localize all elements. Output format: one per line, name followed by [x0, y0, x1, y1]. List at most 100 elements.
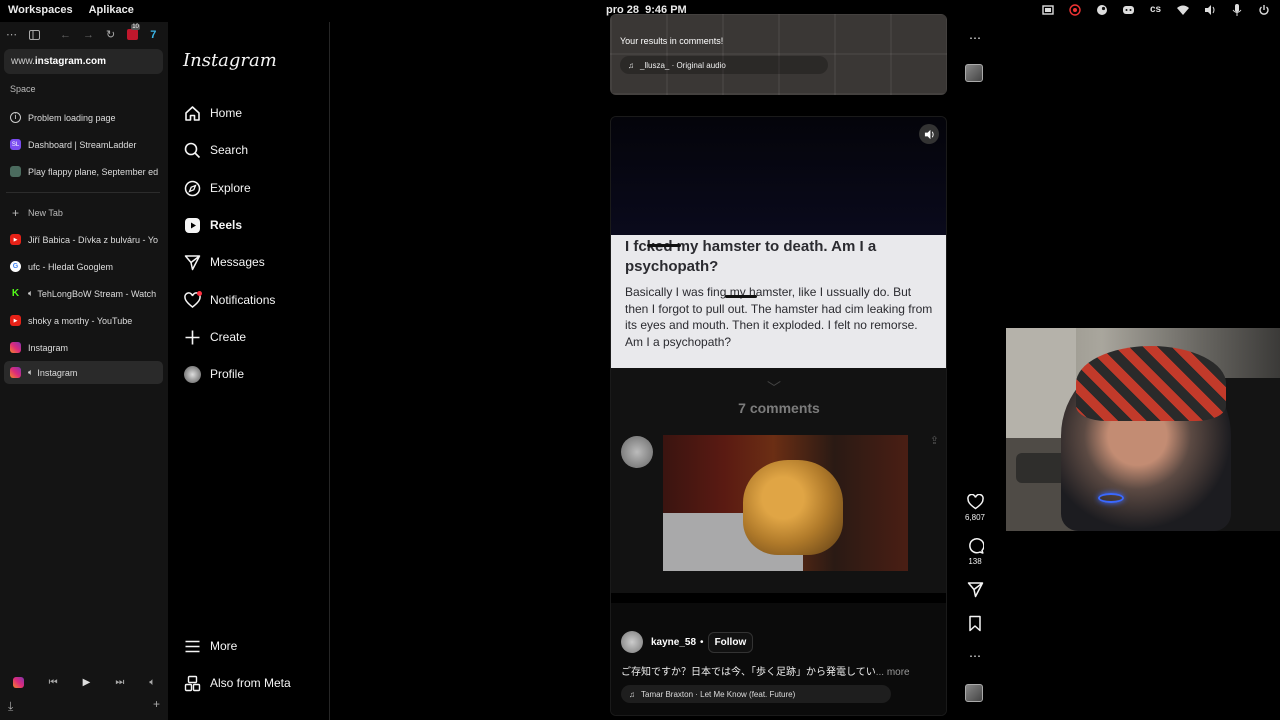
nav-search[interactable]: Search [183, 139, 248, 161]
extension-badge-count: 10 [131, 24, 140, 30]
browser-nav-row: ⋯ ← → ↻ 10 7 [6, 24, 156, 41]
sound-toggle-button[interactable] [919, 124, 939, 144]
sidebar-toggle-icon[interactable] [29, 29, 40, 40]
search-icon [183, 141, 201, 159]
nav-label: Messages [210, 255, 265, 269]
nav-label: Notifications [210, 293, 276, 307]
more-options-icon[interactable]: ⋯ [960, 649, 990, 663]
nav-also-from-meta[interactable]: Also from Meta [183, 672, 291, 694]
audio-thumbnail[interactable] [965, 684, 983, 702]
current-reel-card[interactable]: I fcked my hamster to death. Am I a psyc… [610, 116, 947, 716]
explore-icon [183, 179, 201, 197]
youtube-icon: ▶ [10, 315, 21, 326]
home-icon [183, 104, 201, 122]
next-track-icon[interactable]: ⏭︎ [115, 677, 124, 688]
comment-button[interactable]: 138 [960, 537, 990, 566]
steam-icon[interactable] [1095, 3, 1108, 16]
tab-youtube-shoky[interactable]: ▶ shoky a morthy - YouTube [4, 309, 163, 332]
nav-label: Also from Meta [210, 676, 291, 690]
nav-more[interactable]: More [183, 635, 237, 657]
speaker-icon[interactable]: 🔈︎ [28, 367, 33, 378]
reel-caption: Your results in comments! [620, 36, 724, 46]
tab-instagram-active[interactable]: 🔈︎ Instagram [4, 361, 163, 384]
webcam-led [1098, 493, 1124, 503]
reel-audio-pill[interactable]: ♫ Tamar Braxton · Let Me Know (feat. Fut… [621, 685, 891, 703]
nav-label: More [210, 639, 238, 653]
forward-icon[interactable]: → [83, 29, 94, 41]
keyboard-layout[interactable]: cs [1149, 3, 1162, 16]
follow-button[interactable]: Follow [707, 631, 754, 653]
instagram-icon [10, 367, 21, 378]
nav-create[interactable]: Create [183, 326, 246, 348]
apps-menu[interactable]: Aplikace [89, 4, 134, 16]
reel-author-row: kayne_58 • Follow [621, 631, 754, 653]
author-username[interactable]: kayne_58 [651, 637, 696, 648]
mute-icon[interactable]: 🔈︎ [149, 677, 155, 688]
media-controls: ⏮︎ ▶ ⏭︎ 🔈︎ [0, 672, 168, 692]
more-options-icon[interactable]: ⋯ [960, 31, 990, 45]
pinned-tab-streamladder[interactable]: SL Dashboard | StreamLadder [4, 133, 163, 156]
microphone-icon[interactable] [1230, 3, 1243, 16]
tab-google-ufc[interactable]: G ufc - Hledat Googlem [4, 255, 163, 278]
reddit-post-screenshot: I fcked my hamster to death. Am I a psyc… [611, 235, 946, 368]
instagram-media-icon[interactable] [12, 676, 24, 688]
new-tab-label: New Tab [28, 207, 63, 218]
tab-label: Dashboard | StreamLadder [28, 139, 137, 150]
discord-icon[interactable] [1122, 3, 1135, 16]
nav-label: Home [210, 106, 243, 120]
nav-profile[interactable]: Profile [183, 363, 244, 385]
instagram-logo[interactable]: Instagram [183, 50, 277, 71]
reels-icon [183, 216, 201, 234]
extension-icon[interactable]: 7 [150, 29, 156, 41]
reel-audio-pill[interactable]: ♫ _llusza_ · Original audio [620, 56, 828, 74]
avatar [183, 365, 201, 383]
power-icon[interactable] [1257, 3, 1270, 16]
author-avatar[interactable] [621, 631, 643, 653]
nav-explore[interactable]: Explore [183, 177, 251, 199]
back-icon[interactable]: ← [60, 29, 71, 41]
audio-label: Tamar Braxton · Let Me Know (feat. Futur… [641, 689, 796, 699]
menu-icon [183, 637, 201, 655]
wifi-icon[interactable] [1176, 3, 1189, 16]
comments-count-label: 7 comments [738, 400, 820, 416]
record-icon[interactable] [1068, 3, 1081, 16]
volume-icon[interactable] [1203, 3, 1216, 16]
url-bar[interactable]: www.instagram.com [4, 49, 163, 74]
tab-label: TehLongBoW Stream - Watch [37, 288, 157, 299]
nav-messages[interactable]: Messages [183, 251, 265, 273]
bookmark-icon [969, 615, 981, 632]
previous-reel-card[interactable]: Your results in comments! ♫ _llusza_ · O… [610, 14, 947, 95]
workspaces-menu[interactable]: Workspaces [8, 4, 73, 16]
streamladder-icon: SL [10, 139, 21, 150]
censor-scribble [647, 244, 681, 247]
save-button[interactable] [960, 615, 990, 632]
download-icon[interactable]: ⤓ [8, 699, 13, 714]
add-icon[interactable]: + [153, 697, 160, 711]
play-icon[interactable]: ▶ [83, 677, 91, 688]
tab-youtube-babica[interactable]: ▶ Jiří Babica - Dívka z bulváru - Yo [4, 228, 163, 251]
new-tab-button[interactable]: + New Tab [4, 201, 163, 224]
reload-icon[interactable]: ↻ [106, 28, 115, 41]
nav-home[interactable]: Home [183, 102, 242, 124]
tab-kick-stream[interactable]: K 🔈︎ TehLongBoW Stream - Watch [4, 282, 163, 305]
menu-dots-icon[interactable]: ⋯ [6, 28, 17, 41]
extension-badge-icon[interactable]: 10 [127, 24, 140, 40]
plus-icon: + [11, 205, 19, 220]
pinned-tab-problem[interactable]: i Problem loading page [4, 106, 163, 129]
like-button[interactable]: 6,807 [960, 494, 990, 522]
nav-label: Explore [210, 181, 251, 195]
pinned-tab-flappy[interactable]: Play flappy plane, September ed [4, 160, 163, 183]
tab-instagram[interactable]: Instagram [4, 336, 163, 359]
workspace-icon[interactable] [1041, 3, 1054, 16]
previous-track-icon[interactable]: ⏮︎ [49, 677, 58, 688]
nav-notifications[interactable]: Notifications [183, 289, 275, 311]
audio-thumbnail[interactable] [965, 64, 983, 82]
instagram-icon [10, 342, 21, 353]
speaker-icon[interactable]: 🔈︎ [28, 288, 33, 299]
heart-icon [966, 494, 984, 510]
share-button[interactable] [960, 581, 990, 598]
more-link[interactable]: ... more [876, 667, 910, 678]
nav-reels[interactable]: Reels [183, 214, 242, 236]
video-progress-track[interactable] [611, 593, 946, 603]
browser-sidebar: ⋯ ← → ↻ 10 7 www.instagram.com Space i P… [0, 22, 168, 720]
